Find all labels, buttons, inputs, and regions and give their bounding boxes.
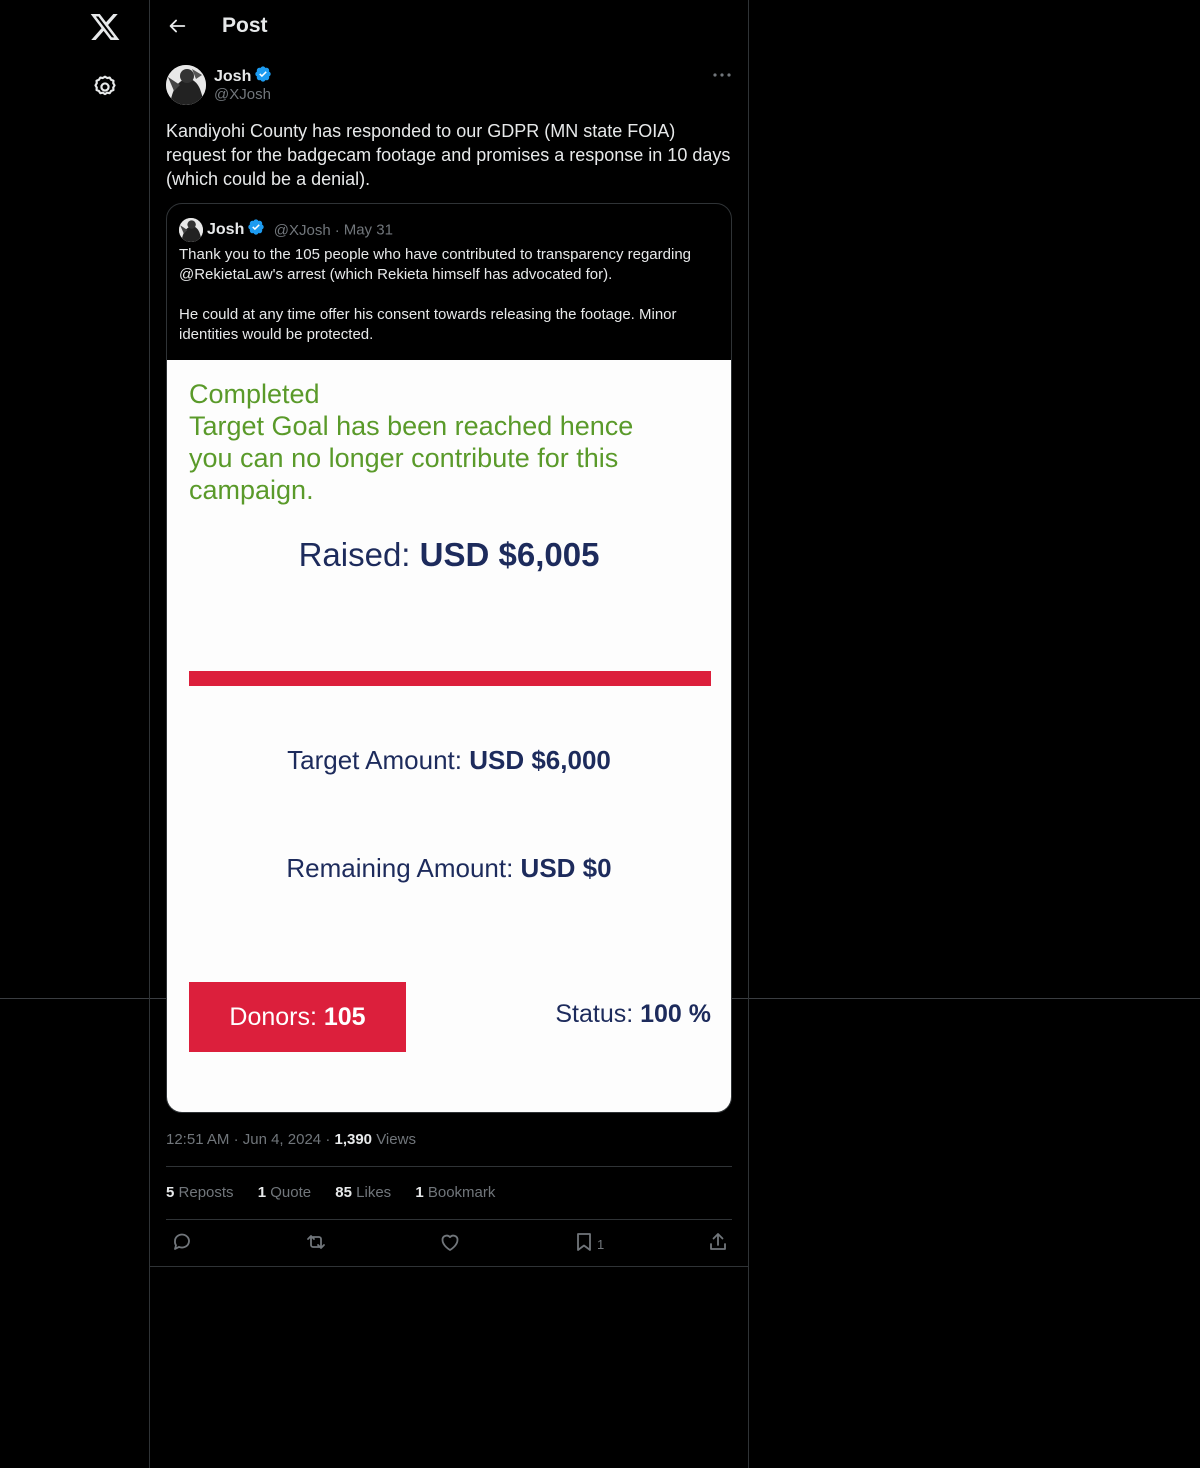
divider — [166, 1219, 732, 1220]
like-button[interactable] — [438, 1230, 462, 1254]
target-label: Target Amount: — [287, 745, 470, 775]
main-column: Post Josh @XJosh Kandiyohi County has re… — [149, 0, 749, 1468]
share-button[interactable] — [706, 1230, 730, 1254]
share-icon — [710, 1233, 726, 1250]
views-count: 1,390 — [334, 1131, 373, 1148]
completion-line: Target Goal has been reached hence — [189, 411, 634, 441]
progress-bar-fill — [189, 671, 711, 686]
fundraiser-image[interactable]: Completed Target Goal has been reached h… — [167, 360, 731, 1112]
status-percent: Status: 100 % — [555, 1000, 711, 1029]
author-name[interactable]: Josh — [214, 65, 272, 86]
donors-label: Donors: — [229, 1003, 324, 1031]
reposts-stat[interactable]: 5 Reposts — [166, 1184, 234, 1201]
quoted-paragraph-2: He could at any time offer his consent t… — [179, 306, 677, 343]
raised-label: Raised: — [298, 536, 420, 573]
author-handle[interactable]: @XJosh — [214, 86, 271, 103]
status-label: Status: — [555, 1000, 641, 1028]
heart-icon — [441, 1234, 459, 1251]
verified-badge-icon — [248, 219, 265, 235]
target-value: USD $6,000 — [469, 745, 611, 775]
avatar[interactable] — [166, 65, 206, 105]
target-amount: Target Amount: USD $6,000 — [167, 745, 731, 776]
meta-separator: · — [233, 1131, 243, 1148]
quoted-avatar[interactable] — [179, 218, 203, 242]
reply-icon — [174, 1233, 190, 1250]
quoted-date[interactable]: May 31 — [344, 222, 393, 239]
completion-line: Completed — [189, 379, 320, 409]
post-meta: 12:51 AM · Jun 4, 2024 · 1,390 Views — [166, 1131, 416, 1148]
divider — [166, 1166, 732, 1167]
bookmark-button[interactable] — [572, 1230, 596, 1254]
donors-value: 105 — [323, 1003, 366, 1031]
quotes-stat[interactable]: 1 Quote — [258, 1184, 311, 1201]
gear-icon[interactable] — [92, 74, 118, 100]
bookmarks-stat[interactable]: 1 Bookmark — [415, 1184, 495, 1201]
quoted-separator: · — [334, 221, 340, 239]
quoted-post-text: Thank you to the 105 people who have con… — [179, 245, 725, 345]
action-bar: 1 — [150, 1230, 748, 1258]
repost-icon — [307, 1235, 325, 1249]
bookmark-count: 1 — [597, 1237, 605, 1252]
remaining-value: USD $0 — [520, 853, 612, 883]
completion-line: you can no longer contribute for this — [189, 443, 619, 473]
remaining-label: Remaining Amount: — [286, 853, 521, 883]
quoted-post-header: Josh @XJosh · May 31 — [179, 218, 393, 242]
donors-badge: Donors: 105 — [189, 982, 406, 1052]
reply-button[interactable] — [170, 1230, 194, 1254]
quoted-post[interactable]: Josh @XJosh · May 31 Thank you to the 105 … — [166, 203, 732, 1113]
raised-amount: Raised: USD $6,005 — [167, 536, 731, 574]
repost-button[interactable] — [304, 1230, 328, 1254]
quoted-author-handle[interactable]: @XJosh — [274, 222, 331, 239]
completion-line: campaign. — [189, 475, 314, 505]
post-date[interactable]: Jun 4, 2024 — [243, 1131, 321, 1148]
post-text: Kandiyohi County has responded to our GD… — [166, 121, 731, 189]
divider — [150, 1266, 748, 1267]
back-arrow-icon[interactable] — [166, 15, 188, 37]
bookmark-icon — [577, 1233, 591, 1251]
raised-value: USD $6,005 — [419, 536, 600, 573]
post-time[interactable]: 12:51 AM — [166, 1131, 229, 1148]
page-header: Post — [150, 0, 748, 54]
x-logo-icon[interactable] — [89, 11, 121, 43]
views-label: Views — [376, 1131, 416, 1148]
completion-message: Completed Target Goal has been reached h… — [189, 378, 689, 506]
quoted-author-name[interactable]: Josh — [207, 221, 244, 238]
author-name-text[interactable]: Josh — [214, 68, 251, 85]
page-title: Post — [222, 14, 268, 37]
verified-badge-icon — [255, 66, 272, 82]
quoted-paragraph-1: Thank you to the 105 people who have con… — [179, 246, 692, 283]
likes-stat[interactable]: 85 Likes — [335, 1184, 391, 1201]
engagement-stats: 5 Reposts 1 Quote 85 Likes 1 Bookmark — [166, 1184, 515, 1201]
more-icon[interactable] — [710, 66, 734, 84]
remaining-amount: Remaining Amount: USD $0 — [167, 853, 731, 884]
left-nav — [0, 0, 150, 1468]
progress-bar — [189, 671, 711, 686]
status-value: 100 % — [640, 1000, 711, 1028]
